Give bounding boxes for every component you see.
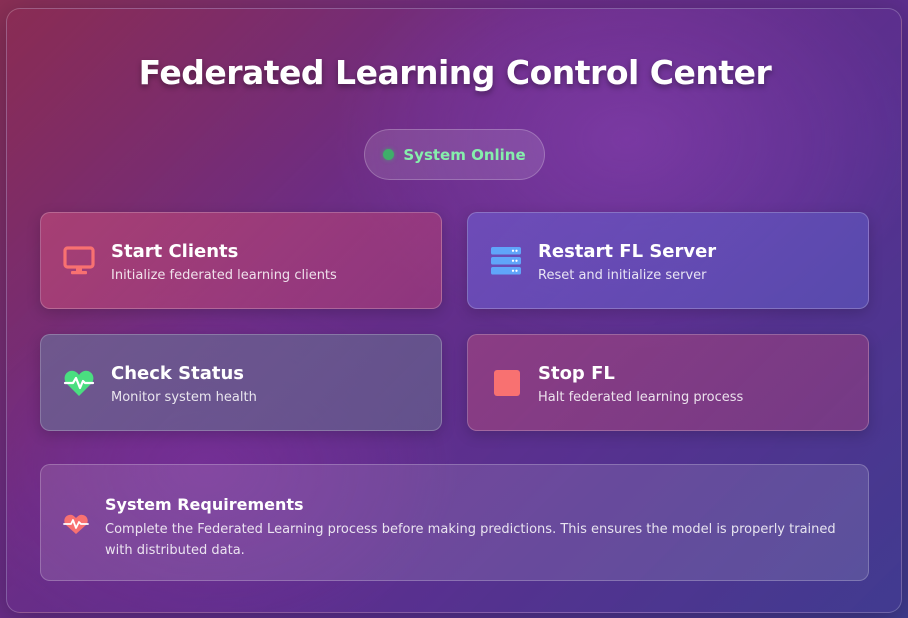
restart-server-description: Reset and initialize server: [538, 268, 707, 283]
status-badge: System Online: [364, 129, 545, 180]
check-status-description: Monitor system health: [111, 390, 257, 405]
page-title: Federated Learning Control Center: [138, 53, 772, 92]
heart-pulse-icon: [63, 514, 89, 534]
heartbeat-icon: [63, 370, 95, 396]
check-status-title: Check Status: [111, 363, 244, 384]
start-clients-description: Initialize federated learning clients: [111, 268, 337, 283]
status-indicator-dot: [383, 149, 395, 160]
stop-fl-title: Stop FL: [538, 363, 615, 384]
requirements-text: Complete the Federated Learning process …: [105, 522, 836, 558]
stop-icon: [494, 370, 520, 396]
monitor-icon: [63, 246, 95, 275]
start-clients-title: Start Clients: [111, 241, 239, 262]
stop-fl-description: Halt federated learning process: [538, 390, 744, 405]
stop-fl-button[interactable]: Stop FL Halt federated learning process: [467, 334, 869, 431]
requirements-title: System Requirements: [105, 495, 304, 514]
control-panel: Federated Learning Control Center System…: [6, 8, 902, 613]
check-status-button[interactable]: Check Status Monitor system health: [40, 334, 442, 431]
restart-server-title: Restart FL Server: [538, 241, 717, 262]
server-icon: [491, 247, 521, 275]
system-requirements-notice: System Requirements Complete the Federat…: [40, 464, 869, 581]
start-clients-button[interactable]: Start Clients Initialize federated learn…: [40, 212, 442, 309]
restart-server-button[interactable]: Restart FL Server Reset and initialize s…: [467, 212, 869, 309]
status-label: System Online: [403, 145, 526, 164]
